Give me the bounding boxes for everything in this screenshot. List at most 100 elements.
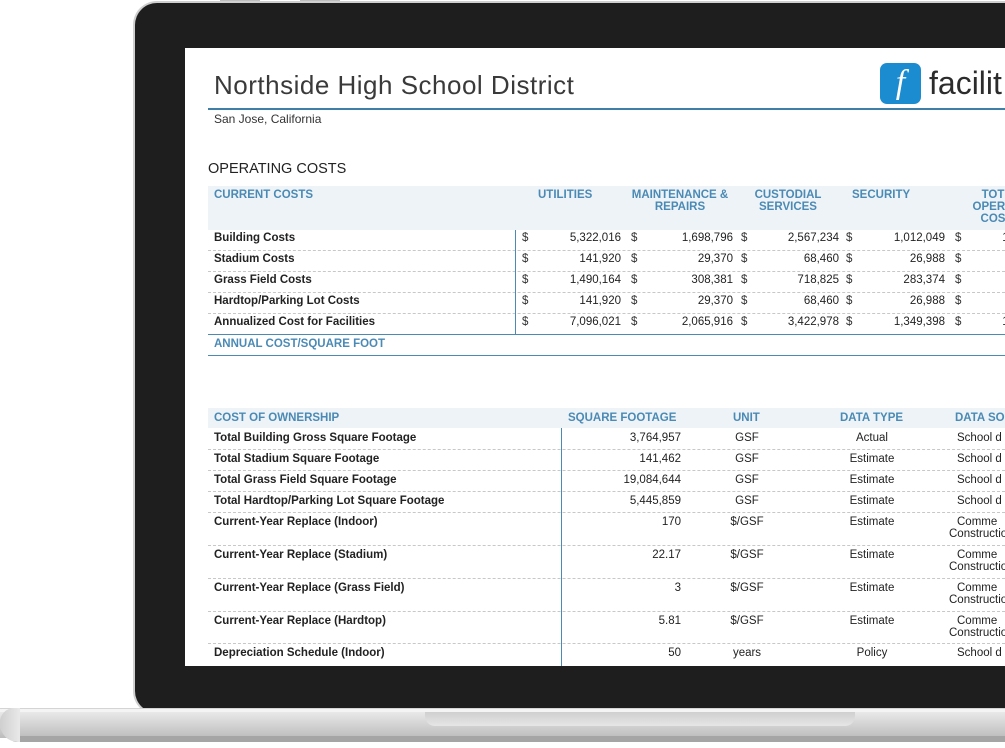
data-type-value: Estimate	[849, 582, 895, 594]
operating-table-header: CURRENT COSTS UTILITIES MAINTENANCE & RE…	[208, 186, 1005, 230]
col-total: TOT OPERA COS	[963, 189, 1005, 225]
operating-custodial-value: 3,422,978	[787, 316, 839, 328]
currency-symbol: $	[741, 253, 748, 265]
annual-rule	[208, 355, 1005, 356]
data-source-value: School d	[957, 432, 1002, 444]
logo-text: facilit	[929, 64, 1002, 101]
unit-value: $/GSF	[730, 582, 764, 594]
unit-value: GSF	[735, 453, 759, 465]
col-square-footage: SQUARE FOOTAGE	[568, 412, 677, 424]
col-data-type: DATA TYPE	[840, 412, 904, 424]
data-type-value: Actual	[856, 432, 888, 444]
currency-symbol: $	[741, 316, 748, 328]
row-divider	[208, 470, 1005, 471]
currency-symbol: $	[846, 316, 853, 328]
col-custodial-line1: CUSTODIAL	[754, 189, 822, 201]
annual-cost-label: ANNUAL COST/SQUARE FOOT	[214, 338, 386, 350]
row-divider	[208, 271, 1005, 272]
currency-symbol: $	[741, 232, 748, 244]
operating-total-value: 13	[925, 316, 1005, 328]
operating-maintenance-value: 2,065,916	[681, 316, 733, 328]
operating-security-value: 26,988	[909, 295, 945, 307]
currency-symbol: $	[522, 295, 529, 307]
operating-total-value: 10	[925, 232, 1005, 244]
square-footage-value: 22.17	[652, 549, 681, 561]
facility-logo: f facilit	[880, 61, 1002, 105]
logo-icon: f	[880, 62, 921, 104]
currency-symbol: $	[846, 253, 853, 265]
square-footage-value: 5,445,859	[629, 495, 681, 507]
data-source-value: Comme	[957, 549, 998, 561]
square-footage-value: 3	[674, 582, 681, 594]
row-divider	[208, 545, 1005, 546]
ownership-row-label: Current-Year Replace (Indoor)	[214, 516, 378, 528]
col-custodial: CUSTODIAL SERVICES	[748, 189, 828, 213]
currency-symbol: $	[631, 274, 638, 286]
operating-custodial-value: 68,460	[803, 295, 839, 307]
col-maintenance-line1: MAINTENANCE &	[631, 189, 729, 201]
currency-symbol: $	[741, 274, 748, 286]
currency-symbol: $	[631, 295, 638, 307]
currency-symbol: $	[741, 295, 748, 307]
operating-maintenance-value: 1,698,796	[681, 232, 733, 244]
operating-utilities-value: 141,920	[579, 295, 621, 307]
unit-value: $/GSF	[730, 549, 764, 561]
col-maintenance-line2: REPAIRS	[654, 201, 706, 213]
square-footage-value: 141,462	[639, 453, 681, 465]
data-source-value: School d	[957, 474, 1002, 486]
data-source-value-line2: Constructio	[949, 594, 1005, 606]
unit-value: GSF	[735, 495, 759, 507]
operating-column-divider	[515, 230, 516, 335]
unit-value: GSF	[735, 432, 759, 444]
currency-symbol: $	[846, 274, 853, 286]
operating-row-label: Grass Field Costs	[214, 274, 312, 286]
row-divider	[208, 449, 1005, 450]
square-footage-value: 3,764,957	[629, 432, 681, 444]
data-type-value: Estimate	[849, 495, 895, 507]
col-data-source: DATA SO	[955, 412, 1005, 424]
square-footage-value: 5.81	[658, 615, 681, 627]
row-divider	[208, 578, 1005, 579]
square-footage-value: 170	[661, 516, 681, 528]
row-divider	[208, 313, 1005, 314]
unit-value: $/GSF	[730, 516, 764, 528]
currency-symbol: $	[522, 316, 529, 328]
col-total-line1: TOT	[981, 189, 1005, 201]
laptop-base-bottom	[10, 736, 1005, 742]
operating-row-label: Stadium Costs	[214, 253, 295, 265]
operating-costs-title: OPERATING COSTS	[208, 161, 347, 177]
page-subtitle: San Jose, California	[214, 112, 322, 126]
data-type-value: Policy	[856, 647, 888, 659]
unit-value: GSF	[735, 474, 759, 486]
col-total-line2: OPERA	[972, 201, 1005, 213]
operating-utilities-value: 1,490,164	[569, 274, 621, 286]
col-cost-of-ownership: COST OF OWNERSHIP	[214, 412, 340, 424]
row-divider	[208, 292, 1005, 293]
unit-value: $/GSF	[730, 615, 764, 627]
page-title: Northside High School District	[214, 70, 575, 100]
unit-value: years	[732, 647, 762, 659]
data-type-value: Estimate	[849, 474, 895, 486]
ownership-table-header: COST OF OWNERSHIP SQUARE FOOTAGE UNIT DA…	[208, 408, 1005, 428]
data-source-value-line2: Constructio	[949, 561, 1005, 573]
ownership-row-label: Total Stadium Square Footage	[214, 453, 380, 465]
data-type-value: Estimate	[849, 615, 895, 627]
currency-symbol: $	[522, 232, 529, 244]
ownership-row-label: Current-Year Replace (Grass Field)	[214, 582, 405, 594]
col-current-costs: CURRENT COSTS	[214, 189, 314, 201]
data-type-value: Estimate	[849, 453, 895, 465]
operating-total-rule	[208, 334, 1005, 335]
data-source-value: School d	[957, 453, 1002, 465]
currency-symbol: $	[631, 316, 638, 328]
laptop-hinge-notch	[425, 712, 855, 726]
operating-maintenance-value: 29,370	[697, 253, 733, 265]
currency-symbol: $	[522, 274, 529, 286]
col-security: SECURITY	[852, 189, 911, 201]
row-divider	[208, 512, 1005, 513]
col-total-line3: COS	[980, 213, 1005, 225]
currency-symbol: $	[846, 232, 853, 244]
col-custodial-line2: SERVICES	[759, 201, 817, 213]
operating-custodial-value: 718,825	[797, 274, 839, 286]
operating-row-label: Annualized Cost for Facilities	[214, 316, 376, 328]
operating-maintenance-value: 29,370	[697, 295, 733, 307]
